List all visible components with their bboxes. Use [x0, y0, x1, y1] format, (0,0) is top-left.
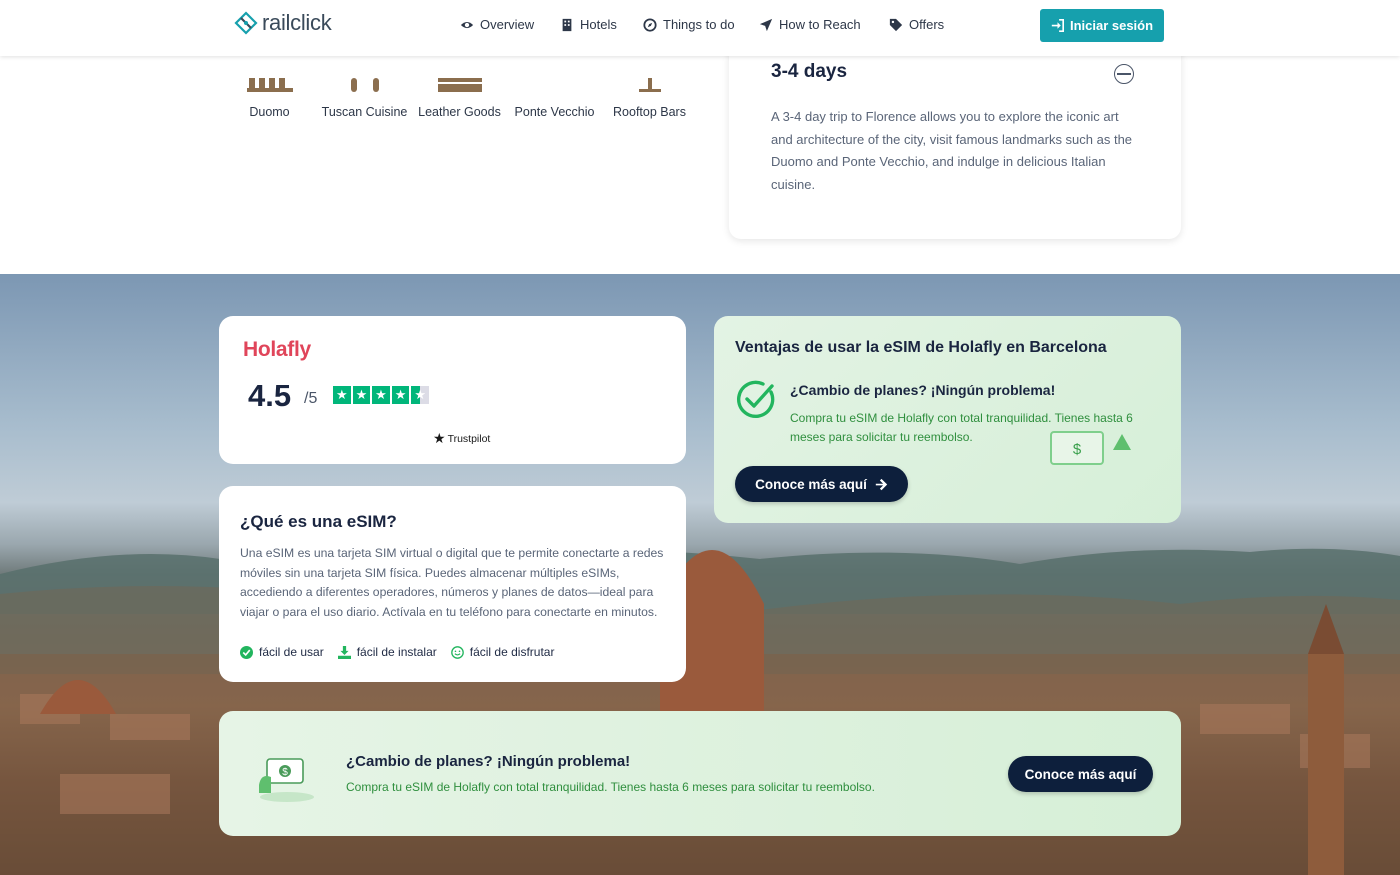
- esim-features: fácil de usar fácil de instalar fácil de…: [240, 645, 554, 659]
- feature-easy-enjoy: fácil de disfrutar: [450, 645, 555, 659]
- trip-duration-description: A 3-4 day trip to Florence allows you to…: [771, 109, 1133, 192]
- main-nav: Overview Hotels Things to do How to Reac…: [460, 17, 959, 32]
- nav-offers-label: Offers: [909, 17, 945, 32]
- feature-label: fácil de instalar: [356, 645, 437, 659]
- eye-icon: [460, 21, 474, 28]
- railclick-logo-icon: [234, 11, 258, 35]
- attraction-label: Rooftop Bars: [613, 105, 686, 119]
- nav-overview-label: Overview: [480, 17, 535, 32]
- attraction-label: Duomo: [249, 105, 290, 119]
- star-icon: ★: [352, 386, 371, 404]
- star-icon: ★: [333, 386, 351, 404]
- benefit-heading: ¿Cambio de planes? ¡Ningún problema!: [790, 382, 1056, 398]
- download-icon: [337, 645, 351, 659]
- refund-banner: $ ¿Cambio de planes? ¡Ningún problema! C…: [219, 711, 1181, 836]
- trip-duration-card: 3-4 days A 3-4 day trip to Florence allo…: [729, 46, 1181, 239]
- esim-title: ¿Qué es una eSIM?: [240, 512, 397, 531]
- rating-value: 4.5: [248, 378, 292, 413]
- tag-icon: [889, 18, 903, 31]
- leather-bag-icon: [412, 56, 507, 94]
- trustpilot-stars: ★ ★ ★ ★ ★: [333, 386, 429, 404]
- location-arrow-icon: [759, 18, 773, 31]
- check-circle-icon: [736, 380, 775, 419]
- benefits-card: Ventajas de usar la eSIM de Holafly en B…: [714, 316, 1181, 523]
- button-label: Conoce más aquí: [755, 476, 867, 492]
- attraction-rooftop-bars[interactable]: Rooftop Bars: [602, 56, 697, 121]
- nav-offers[interactable]: Offers: [889, 17, 959, 32]
- rating-scale: /5: [304, 390, 318, 407]
- check-circle-icon: [240, 645, 253, 659]
- money-symbol: $: [1073, 441, 1082, 458]
- attraction-ponte-vecchio[interactable]: Ponte Vecchio: [507, 56, 602, 121]
- feature-easy-use: fácil de usar: [240, 645, 324, 659]
- feature-easy-install: fácil de instalar: [337, 645, 437, 659]
- banner-heading: ¿Cambio de planes? ¡Ningún problema!: [346, 753, 631, 770]
- star-icon: ★: [372, 386, 390, 404]
- cocktail-icon: [602, 56, 697, 94]
- brand-name: railclick: [262, 10, 332, 35]
- money-refund-icon: $: [1050, 431, 1131, 465]
- login-button-label: Iniciar sesión: [1069, 18, 1154, 33]
- duomo-icon: [222, 56, 317, 94]
- nav-hotels[interactable]: Hotels: [560, 17, 643, 32]
- trustpilot-logo[interactable]: ★ Trustpilot: [433, 430, 490, 447]
- arrow-right-icon: [875, 478, 888, 490]
- trip-duration-title: 3-4 days: [771, 61, 848, 82]
- cuisine-icon: [317, 56, 412, 94]
- benefits-learn-more-button[interactable]: Conoce más aquí: [735, 466, 908, 502]
- feature-label: fácil de usar: [259, 645, 324, 659]
- banner-learn-more-button[interactable]: Conoce más aquí: [1008, 756, 1153, 792]
- trustpilot-star-icon: ★: [433, 430, 446, 446]
- nav-how-to-reach-label: How to Reach: [779, 17, 861, 32]
- sign-in-icon: [1051, 19, 1064, 32]
- brand-logo[interactable]: railclick: [234, 10, 332, 36]
- login-button[interactable]: Iniciar sesión: [1040, 9, 1164, 42]
- money-symbol: $: [282, 767, 288, 778]
- collapse-toggle-icon[interactable]: [1114, 64, 1134, 84]
- header: railclick Overview Hotels Things to do H…: [0, 0, 1400, 56]
- esim-info-card: ¿Qué es una eSIM? Una eSIM es una tarjet…: [219, 486, 686, 682]
- holafly-logo: Holafly: [243, 338, 311, 361]
- nav-overview[interactable]: Overview: [460, 17, 560, 32]
- attractions-list: Duomo Tuscan Cuisine Leather Goods Ponte…: [222, 56, 697, 121]
- feature-label: fácil de disfrutar: [469, 645, 555, 659]
- attraction-label: Ponte Vecchio: [514, 105, 595, 119]
- building-icon: [562, 18, 572, 31]
- nav-hotels-label: Hotels: [580, 17, 617, 32]
- smile-icon: [450, 645, 464, 659]
- star-icon: ★: [391, 386, 410, 404]
- holafly-section: Holafly 4.5 /5 ★ ★ ★ ★ ★ ★ Trustpilot ¿Q…: [0, 274, 1400, 875]
- trustpilot-label: Trustpilot: [447, 432, 491, 445]
- nav-things-to-do-label: Things to do: [663, 17, 735, 32]
- attraction-duomo[interactable]: Duomo: [222, 56, 317, 121]
- banner-text: Compra tu eSIM de Holafly con total tran…: [346, 780, 875, 794]
- compass-icon: [643, 17, 657, 32]
- esim-description: Una eSIM es una tarjeta SIM virtual o di…: [240, 546, 664, 619]
- benefits-title: Ventajas de usar la eSIM de Holafly en B…: [735, 339, 1107, 356]
- holafly-rating-card: Holafly 4.5 /5 ★ ★ ★ ★ ★ ★ Trustpilot: [219, 316, 686, 464]
- attraction-tuscan-cuisine[interactable]: Tuscan Cuisine: [317, 56, 412, 121]
- attraction-label: Tuscan Cuisine: [321, 105, 408, 119]
- attraction-leather-goods[interactable]: Leather Goods: [412, 56, 507, 121]
- bridge-icon: [507, 56, 602, 94]
- half-star-icon: ★: [411, 386, 429, 404]
- nav-things-to-do[interactable]: Things to do: [643, 17, 759, 32]
- money-phone-icon: $: [259, 758, 314, 802]
- trip-section: Duomo Tuscan Cuisine Leather Goods Ponte…: [0, 46, 1400, 274]
- button-label: Conoce más aquí: [1024, 766, 1137, 782]
- nav-how-to-reach[interactable]: How to Reach: [759, 17, 889, 32]
- attraction-label: Leather Goods: [418, 105, 501, 119]
